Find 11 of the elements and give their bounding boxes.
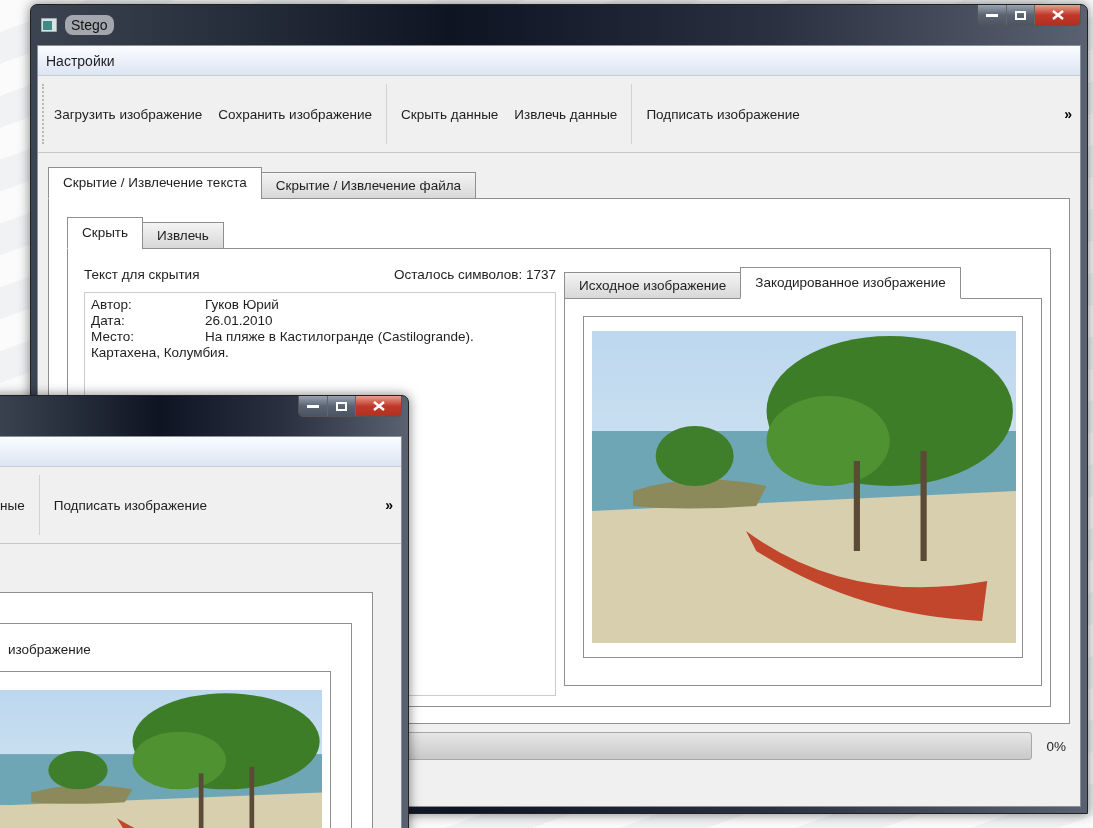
text-line: 26.01.2010: [205, 313, 274, 329]
text-line: Дата:: [91, 313, 126, 329]
text-line: Гуков Юрий: [205, 297, 280, 313]
chars-left-label: Осталось символов: 1737: [394, 267, 556, 282]
text-line: Автор:: [91, 297, 133, 313]
text-line: Место:: [91, 329, 135, 345]
field-label: Текст для скрытия: [84, 267, 200, 282]
text-line: Картахена, Колумбия.: [91, 345, 229, 360]
text-line: На пляже в Кастилогранде (Castilogrande).: [205, 329, 475, 345]
window-title: Stego: [65, 15, 114, 35]
progress-reading: 0%: [1046, 738, 1066, 754]
